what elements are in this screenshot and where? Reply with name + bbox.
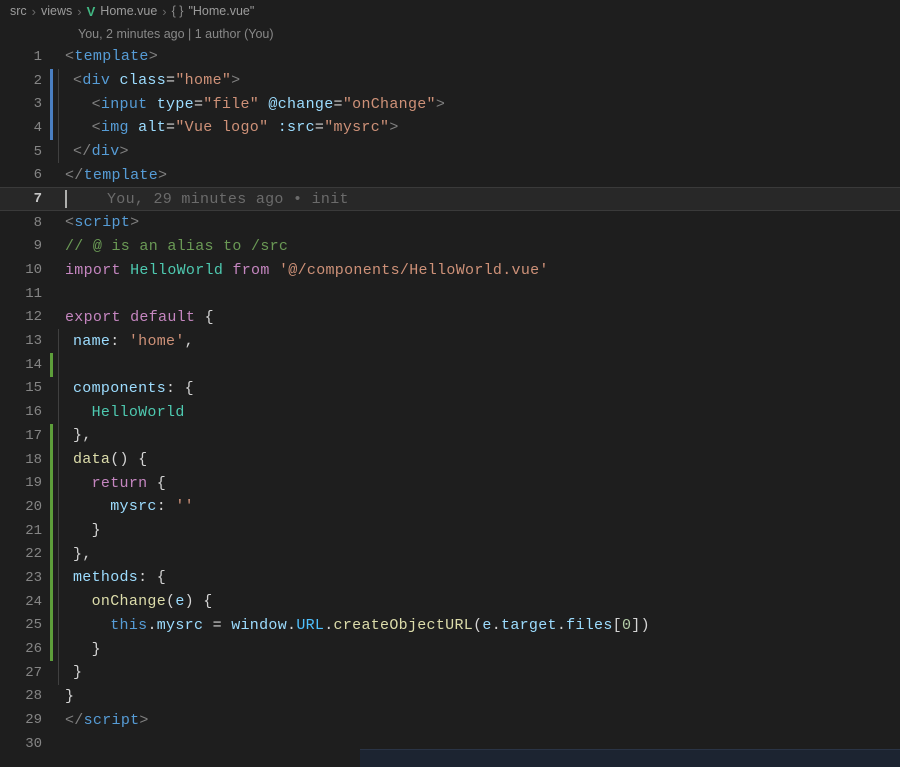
git-added-marker xyxy=(50,495,53,519)
code-line[interactable]: 28 } xyxy=(0,685,900,709)
code-line[interactable]: 26 } xyxy=(0,637,900,661)
code-line[interactable]: 2 <div class="home"> xyxy=(0,69,900,93)
code-line[interactable]: 6 </template> xyxy=(0,163,900,187)
line-number: 12 xyxy=(0,309,50,325)
line-number: 26 xyxy=(0,641,50,657)
code-line[interactable]: 18 data() { xyxy=(0,448,900,472)
vue-icon: V xyxy=(87,4,96,19)
braces-icon: { } xyxy=(172,4,184,18)
line-number: 25 xyxy=(0,617,50,633)
git-added-marker xyxy=(50,519,53,543)
line-number: 22 xyxy=(0,546,50,562)
line-number: 16 xyxy=(0,404,50,420)
bottom-panel[interactable] xyxy=(360,749,900,767)
git-lens-inline: You, 29 minutes ago • init xyxy=(67,191,349,208)
line-number: 4 xyxy=(0,120,50,136)
line-number: 20 xyxy=(0,499,50,515)
git-added-marker xyxy=(50,590,53,614)
line-number: 9 xyxy=(0,238,50,254)
breadcrumb-seg[interactable]: Home.vue xyxy=(100,4,157,18)
breadcrumb-seg[interactable]: views xyxy=(41,4,72,18)
code-line[interactable]: 13 name: 'home', xyxy=(0,329,900,353)
code-line[interactable]: 19 return { xyxy=(0,471,900,495)
chevron-right-icon: › xyxy=(32,4,36,19)
breadcrumb-seg[interactable]: "Home.vue" xyxy=(188,4,254,18)
line-number: 23 xyxy=(0,570,50,586)
code-line[interactable]: 25 this.mysrc = window.URL.createObjectU… xyxy=(0,614,900,638)
code-line[interactable]: 12 export default { xyxy=(0,306,900,330)
code-line[interactable]: 5 </div> xyxy=(0,140,900,164)
git-modified-marker xyxy=(50,116,53,140)
line-number: 17 xyxy=(0,428,50,444)
code-line[interactable]: 3 <input type="file" @change="onChange"> xyxy=(0,92,900,116)
git-added-marker xyxy=(50,353,53,377)
code-line[interactable]: 16 HelloWorld xyxy=(0,400,900,424)
line-number: 30 xyxy=(0,736,50,752)
line-number: 10 xyxy=(0,262,50,278)
line-number: 27 xyxy=(0,665,50,681)
code-editor[interactable]: 1 <template> 2 <div class="home"> 3 <inp… xyxy=(0,45,900,756)
code-line[interactable]: 29 </script> xyxy=(0,708,900,732)
git-added-marker xyxy=(50,566,53,590)
line-number: 18 xyxy=(0,452,50,468)
line-number: 14 xyxy=(0,357,50,373)
line-number: 29 xyxy=(0,712,50,728)
code-line[interactable]: 21 } xyxy=(0,519,900,543)
code-line[interactable]: 15 components: { xyxy=(0,377,900,401)
git-added-marker xyxy=(50,542,53,566)
code-line[interactable]: 24 onChange(e) { xyxy=(0,590,900,614)
line-number: 3 xyxy=(0,96,50,112)
line-number: 8 xyxy=(0,215,50,231)
chevron-right-icon: › xyxy=(162,4,166,19)
line-number: 1 xyxy=(0,49,50,65)
git-added-marker xyxy=(50,637,53,661)
code-line[interactable]: 8 <script> xyxy=(0,211,900,235)
code-line[interactable]: 22 }, xyxy=(0,542,900,566)
code-line[interactable]: 23 methods: { xyxy=(0,566,900,590)
git-added-marker xyxy=(50,424,53,448)
code-line[interactable]: 20 mysrc: '' xyxy=(0,495,900,519)
code-line[interactable]: 4 <img alt="Vue logo" :src="mysrc"> xyxy=(0,116,900,140)
git-added-marker xyxy=(50,448,53,472)
git-modified-marker xyxy=(50,69,53,93)
line-number: 19 xyxy=(0,475,50,491)
breadcrumbs[interactable]: src › views › V Home.vue › { } "Home.vue… xyxy=(0,0,900,22)
line-number: 13 xyxy=(0,333,50,349)
line-number: 11 xyxy=(0,286,50,302)
code-line[interactable]: 27 } xyxy=(0,661,900,685)
chevron-right-icon: › xyxy=(77,4,81,19)
git-modified-marker xyxy=(50,92,53,116)
line-number: 21 xyxy=(0,523,50,539)
line-number: 7 xyxy=(0,191,50,207)
line-number: 15 xyxy=(0,380,50,396)
breadcrumb-seg[interactable]: src xyxy=(10,4,27,18)
code-line[interactable]: 11 xyxy=(0,282,900,306)
code-line[interactable]: 14 xyxy=(0,353,900,377)
line-number: 6 xyxy=(0,167,50,183)
line-number: 5 xyxy=(0,144,50,160)
code-line[interactable]: 9 // @ is an alias to /src xyxy=(0,235,900,259)
line-number: 2 xyxy=(0,73,50,89)
code-line-current[interactable]: 7 You, 29 minutes ago • init xyxy=(0,187,900,211)
line-number: 28 xyxy=(0,688,50,704)
git-blame-annotation: You, 2 minutes ago | 1 author (You) xyxy=(0,22,900,45)
git-added-marker xyxy=(50,471,53,495)
git-added-marker xyxy=(50,614,53,638)
line-number: 24 xyxy=(0,594,50,610)
code-line[interactable]: 17 }, xyxy=(0,424,900,448)
code-line[interactable]: 10 import HelloWorld from '@/components/… xyxy=(0,258,900,282)
code-line[interactable]: 1 <template> xyxy=(0,45,900,69)
